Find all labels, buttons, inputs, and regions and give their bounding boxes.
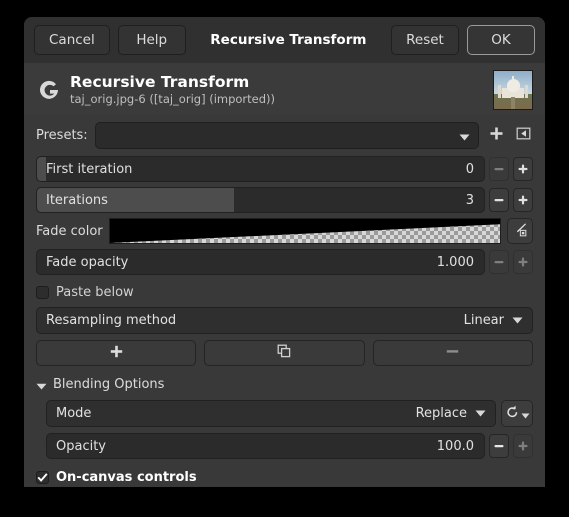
plus-icon [517,160,529,179]
blend-opacity-value: 100.0 [436,438,474,454]
dialog-content: Presets: First iteration 0 Iterations 3 … [24,115,545,487]
fade-opacity-increment-button[interactable] [513,250,533,274]
color-picker-icon [512,221,528,241]
resampling-method-combo[interactable]: Resampling method Linear [36,306,533,334]
iterations-decrement-button[interactable] [489,188,509,212]
ok-button[interactable]: OK [467,25,535,55]
iterations-value: 3 [465,192,474,208]
first-iteration-value: 0 [465,161,474,177]
blend-opacity-increment-button[interactable] [513,434,533,458]
on-canvas-controls-checkbox[interactable] [36,470,49,484]
minus-icon [493,191,505,210]
preset-add-button[interactable] [486,123,506,147]
on-canvas-controls-label[interactable]: On-canvas controls [56,470,197,485]
paste-below-row: Paste below [36,280,533,304]
iterations-label: Iterations [46,192,108,208]
resampling-method-label: Resampling method [46,312,177,328]
preset-menu-icon [516,126,531,145]
minus-icon [493,160,505,179]
blend-mode-combo[interactable]: Mode Replace [46,399,496,427]
fade-color-label: Fade color [36,223,103,239]
minus-icon [493,437,505,456]
duplicate-icon [276,343,292,363]
layer-action-buttons [36,340,533,366]
presets-combo[interactable] [94,121,479,149]
reset-button[interactable]: Reset [391,25,459,55]
chevron-down-icon [459,126,470,145]
filter-name: Recursive Transform [70,72,250,91]
dialog-headerbar: Cancel Help Recursive Transform Reset OK [24,17,545,63]
fade-color-row: Fade color [36,218,533,244]
blend-opacity-label: Opacity [56,438,107,454]
chevron-down-icon [475,406,486,421]
filter-subtitle: taj_orig.jpg-6 ([taj_orig] (imported)) [70,91,276,106]
preset-menu-button[interactable] [513,123,533,147]
plus-icon [109,344,124,363]
help-button[interactable]: Help [117,25,186,55]
resampling-method-value: Linear [463,312,504,328]
first-iteration-decrement-button[interactable] [489,157,509,181]
plus-icon [517,437,529,456]
triangle-down-icon [36,375,47,394]
blend-mode-value-group: Replace [416,406,486,421]
blend-mode-value: Replace [415,405,467,421]
gimp-wilber-icon [36,77,62,103]
fade-color-picker-button[interactable] [507,218,533,244]
fade-opacity-input[interactable]: Fade opacity 1.000 [36,249,485,275]
blending-options-expander[interactable]: Blending Options [36,373,533,395]
headerbar-right-actions: Reset OK [391,25,535,55]
blending-options-body: Mode Replace Opacity 100.0 [36,399,533,459]
duplicate-transform-button[interactable] [204,340,365,366]
first-iteration-increment-button[interactable] [513,157,533,181]
iterations-increment-button[interactable] [513,188,533,212]
fade-color-gradient [109,219,500,243]
cancel-button[interactable]: Cancel [34,25,110,55]
headerbar-left-actions: Cancel Help [34,25,186,55]
fade-opacity-decrement-button[interactable] [489,250,509,274]
blend-mode-label: Mode [56,405,92,421]
remove-transform-button[interactable] [372,340,533,366]
paste-below-checkbox[interactable] [36,285,49,299]
minus-icon [445,344,460,363]
resampling-method-row: Resampling method Linear [36,306,533,334]
chevron-down-icon [521,404,530,423]
recursive-transform-dialog: Cancel Help Recursive Transform Reset OK… [24,17,545,487]
first-iteration-label: First iteration [46,161,133,177]
iterations-input[interactable]: Iterations 3 [36,187,485,213]
filter-header-text: Recursive Transform taj_orig.jpg-6 ([taj… [70,73,493,107]
blend-mode-row: Mode Replace [46,399,533,427]
first-iteration-row: First iteration 0 [36,156,533,182]
first-iteration-input[interactable]: First iteration 0 [36,156,485,182]
fade-opacity-row: Fade opacity 1.000 [36,249,533,275]
minus-icon [493,253,505,272]
resampling-method-value-group: Linear [464,313,523,328]
plus-icon [517,253,529,272]
image-thumbnail-taj-mahal [493,69,533,110]
on-canvas-controls-row: On-canvas controls [36,465,533,487]
paste-below-label[interactable]: Paste below [56,285,134,300]
blend-opacity-decrement-button[interactable] [489,434,509,458]
plus-icon [489,126,504,145]
presets-row: Presets: [36,121,533,149]
filter-header: Recursive Transform taj_orig.jpg-6 ([taj… [24,63,545,115]
blend-opacity-input[interactable]: Opacity 100.0 [46,433,485,459]
fade-opacity-value: 1.000 [436,254,474,270]
add-transform-button[interactable] [36,340,197,366]
fade-color-swatch[interactable] [108,218,501,244]
chevron-down-icon [512,313,523,328]
dialog-title: Recursive Transform [210,32,367,48]
blend-mode-reset-button[interactable] [501,399,533,427]
reset-arrow-icon [505,404,520,423]
fade-opacity-label: Fade opacity [46,254,129,270]
blend-opacity-row: Opacity 100.0 [46,433,533,459]
blending-options-title: Blending Options [53,376,165,392]
plus-icon [517,191,529,210]
iterations-row: Iterations 3 [36,187,533,213]
presets-label: Presets: [36,127,88,143]
